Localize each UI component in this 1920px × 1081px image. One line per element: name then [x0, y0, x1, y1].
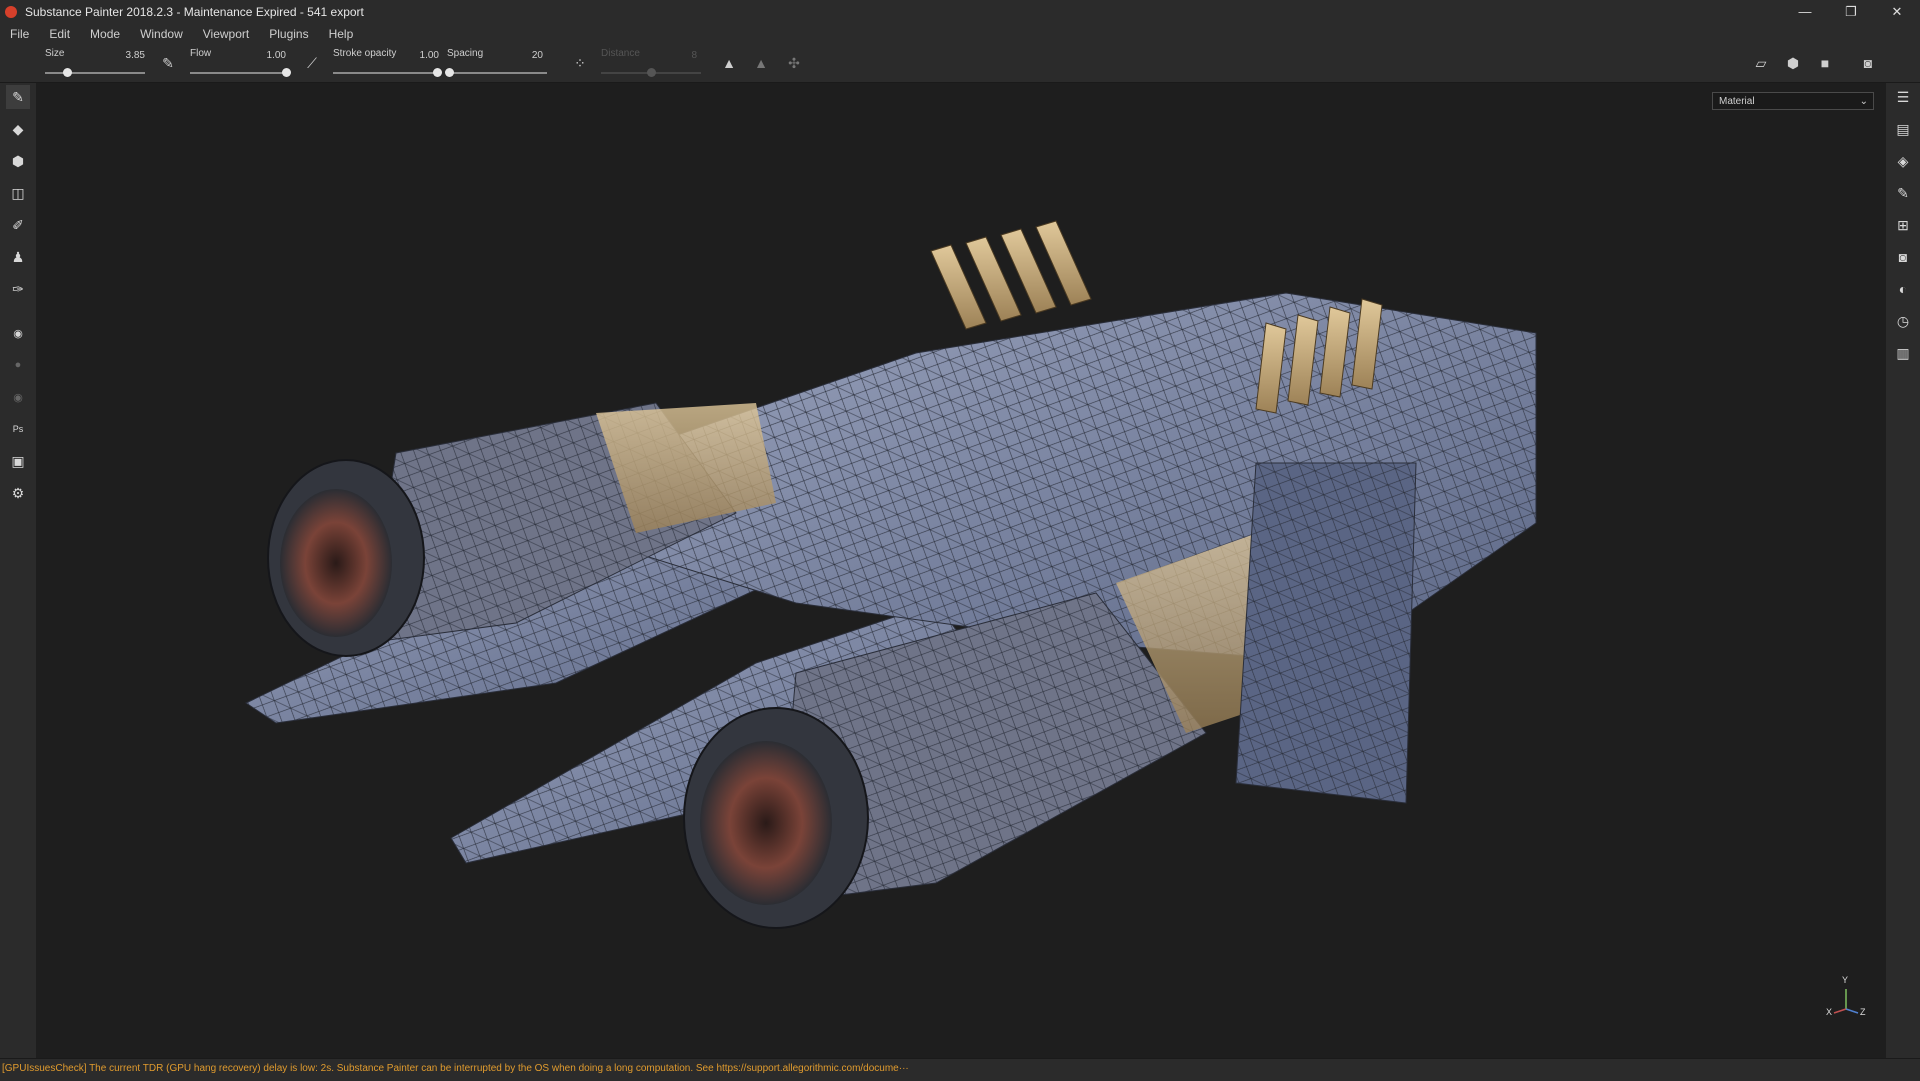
photoshop-icon[interactable]: Ps: [6, 417, 30, 441]
camera-icon[interactable]: ■: [1815, 53, 1835, 73]
size-track[interactable]: [45, 72, 145, 74]
window-title: Substance Painter 2018.2.3 - Maintenance…: [25, 4, 364, 19]
geometry-mask-icon[interactable]: ◫: [6, 181, 30, 205]
restore-button[interactable]: ❐: [1828, 0, 1874, 23]
menu-plugins[interactable]: Plugins: [259, 23, 318, 45]
tools-sidebar: ✎ ◆ ⬢ ◫ ✐ ♟ ✑ ◉ ● ◉ Ps ▣ ⚙: [0, 83, 36, 1058]
distance-slider: Distance 8: [601, 45, 701, 82]
viewport-2d-3d-icon[interactable]: ▱: [1751, 53, 1771, 73]
spacing-label: Spacing: [447, 48, 484, 59]
texture-set-list-icon[interactable]: ☰: [1891, 85, 1915, 109]
spacing-track[interactable]: [447, 72, 547, 74]
panels-sidebar: ☰ ▤ ◈ ✎ ⊞ ◙ ◐ ◷ ▥: [1886, 83, 1920, 1058]
properties-icon[interactable]: ✎: [1891, 181, 1915, 205]
size-value[interactable]: 3.85: [105, 50, 145, 61]
brush-pressure-icon[interactable]: ✎: [158, 53, 178, 73]
spacing-value[interactable]: 20: [503, 50, 543, 61]
menu-viewport[interactable]: Viewport: [193, 23, 259, 45]
window-controls: — ❐ ✕: [1782, 0, 1920, 23]
stroke-opacity-value[interactable]: 1.00: [399, 50, 439, 61]
axis-gizmo: Y X Z: [1826, 975, 1866, 1021]
status-message[interactable]: [GPUIssuesCheck] The current TDR (GPU ha…: [2, 1063, 909, 1074]
flow-pressure-icon[interactable]: ⟋: [302, 53, 322, 73]
settings-gear-icon[interactable]: ⚙: [6, 481, 30, 505]
menu-edit[interactable]: Edit: [39, 23, 80, 45]
status-bar: [GPUIssuesCheck] The current TDR (GPU ha…: [0, 1058, 1920, 1081]
tool-properties-bar: Size 3.85 ✎ Flow 1.00 ⟋ Stroke opacity 1…: [0, 45, 1920, 83]
projection-icon[interactable]: ⬢: [6, 149, 30, 173]
history-icon[interactable]: ◷: [1891, 309, 1915, 333]
bake-icon[interactable]: ◉: [6, 321, 30, 345]
axis-x-label: X: [1826, 1007, 1833, 1017]
app-logo-icon: [5, 5, 17, 18]
flow-label: Flow: [190, 48, 212, 59]
distance-value: 8: [691, 50, 697, 61]
flow-track[interactable]: [190, 72, 286, 74]
stroke-opacity-track[interactable]: [333, 72, 437, 74]
symmetry-options-icon[interactable]: ▲: [751, 53, 771, 73]
menu-file[interactable]: File: [0, 23, 39, 45]
menu-help[interactable]: Help: [319, 23, 364, 45]
view-cube-icon[interactable]: ⬢: [1783, 53, 1803, 73]
axis-y-label: Y: [1842, 975, 1849, 985]
shader-settings-icon[interactable]: ◐: [1891, 277, 1915, 301]
size-label: Size: [45, 48, 65, 59]
flow-slider[interactable]: Flow 1.00: [190, 45, 291, 82]
title-bar: Substance Painter 2018.2.3 - Maintenance…: [0, 0, 1920, 23]
flow-handle[interactable]: [282, 68, 291, 77]
distance-label: Distance: [601, 48, 640, 59]
stroke-opacity-handle[interactable]: [433, 68, 442, 77]
lazy-mouse-icon[interactable]: ⁘: [570, 53, 590, 73]
symmetry-icon[interactable]: ▲: [719, 53, 739, 73]
clone-stamp-icon[interactable]: ♟: [6, 245, 30, 269]
menu-window[interactable]: Window: [130, 23, 193, 45]
spacing-handle[interactable]: [445, 68, 454, 77]
size-slider[interactable]: Size 3.85: [45, 45, 145, 82]
screenshot-icon[interactable]: ◙: [1858, 53, 1878, 73]
flow-value[interactable]: 1.00: [246, 50, 286, 61]
export-icon[interactable]: ▣: [6, 449, 30, 473]
eraser-icon[interactable]: ◆: [6, 117, 30, 141]
size-handle[interactable]: [63, 68, 72, 77]
spacing-slider[interactable]: Spacing 20: [445, 45, 547, 82]
stroke-opacity-slider[interactable]: Stroke opacity 1.00: [333, 45, 442, 82]
layers-icon[interactable]: ◈: [1891, 149, 1915, 173]
notification-icon[interactable]: ●: [6, 353, 30, 377]
paint-brush-icon[interactable]: ✎: [6, 85, 30, 109]
axis-z-label: Z: [1860, 1007, 1866, 1017]
texture-set-settings-icon[interactable]: ▤: [1891, 117, 1915, 141]
menu-mode[interactable]: Mode: [80, 23, 130, 45]
menu-bar: File Edit Mode Window Viewport Plugins H…: [0, 23, 1920, 45]
symmetry-axis-icon[interactable]: ✣: [784, 53, 804, 73]
close-button[interactable]: ✕: [1874, 0, 1920, 23]
sync-icon[interactable]: ◉: [6, 385, 30, 409]
3d-viewport[interactable]: Material ⌄ Y X Z: [36, 83, 1886, 1058]
distance-handle: [647, 68, 656, 77]
display-settings-icon[interactable]: ◙: [1891, 245, 1915, 269]
minimize-button[interactable]: —: [1782, 0, 1828, 23]
stroke-opacity-label: Stroke opacity: [333, 48, 397, 59]
shelf-icon[interactable]: ⊞: [1891, 213, 1915, 237]
spaceship-mesh[interactable]: [36, 83, 1886, 1058]
log-icon[interactable]: ▥: [1891, 341, 1915, 365]
smudge-icon[interactable]: ✐: [6, 213, 30, 237]
color-picker-icon[interactable]: ✑: [6, 277, 30, 301]
